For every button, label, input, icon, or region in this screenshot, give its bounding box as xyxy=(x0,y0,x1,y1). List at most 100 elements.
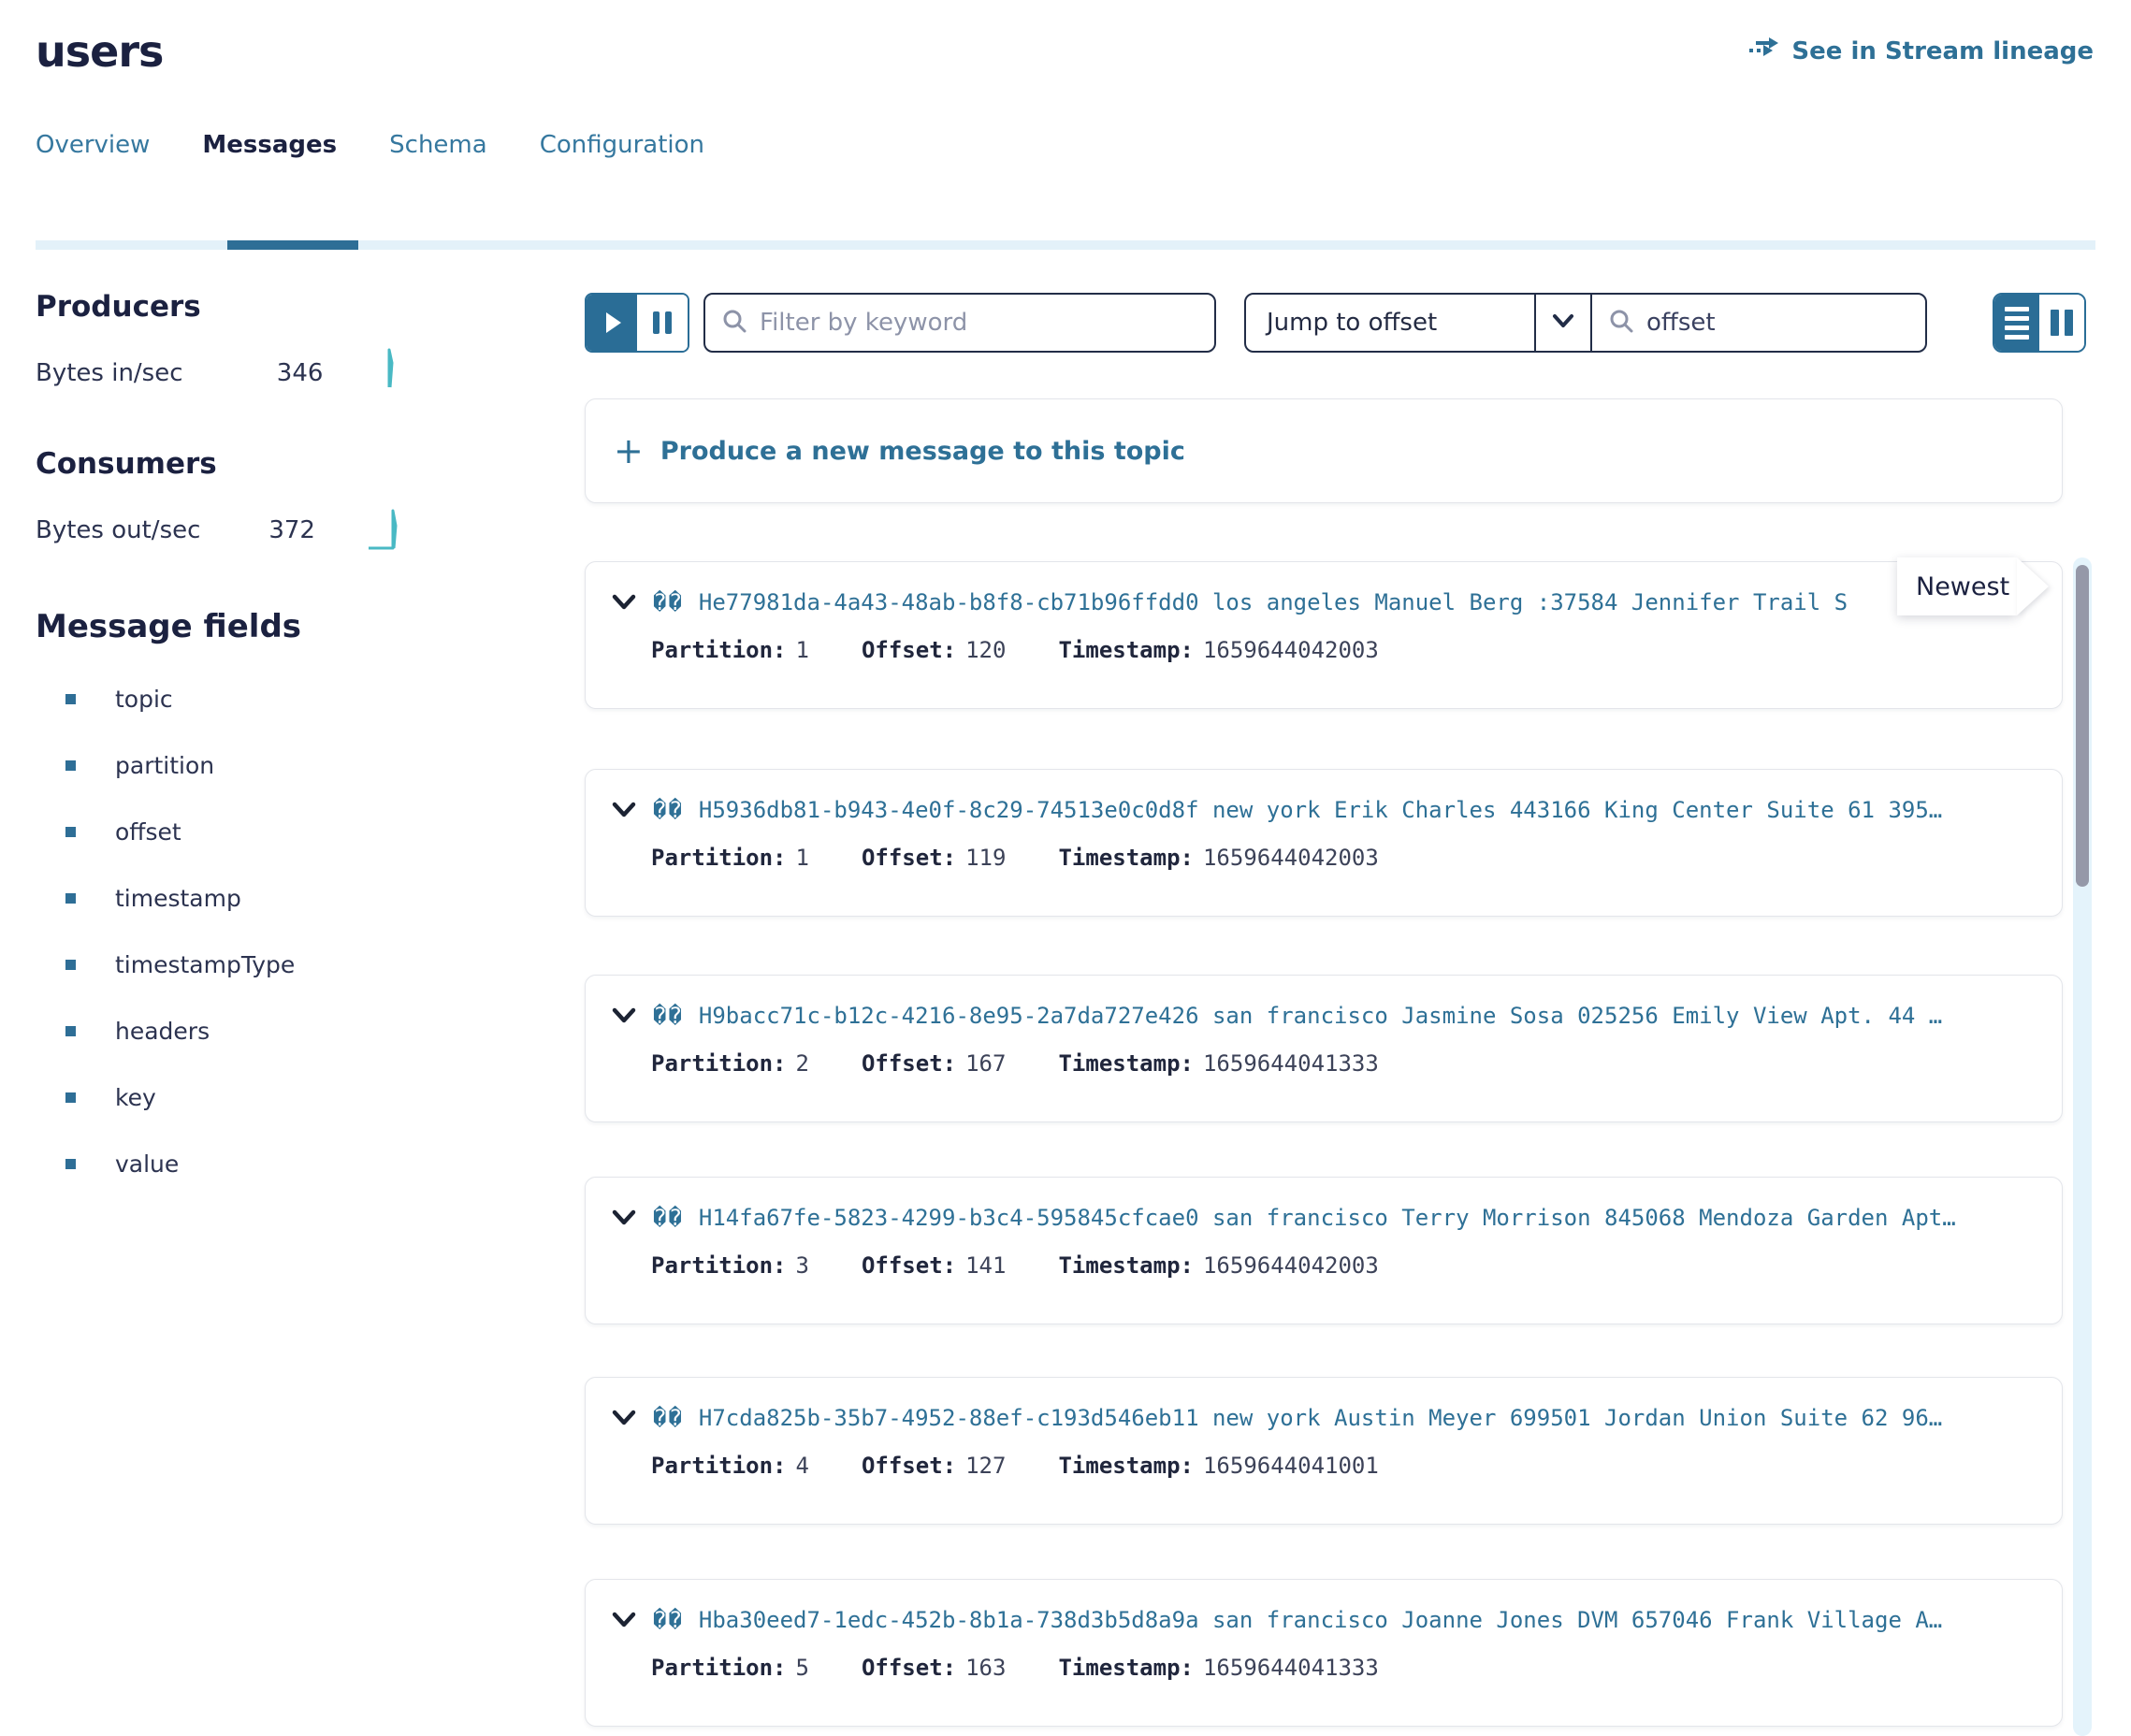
partition-value: 3 xyxy=(796,1252,809,1279)
list-view-button[interactable] xyxy=(1994,295,2039,351)
square-bullet-icon xyxy=(65,1159,76,1169)
partition-label: Partition: xyxy=(651,845,787,871)
field-item-partition[interactable]: partition xyxy=(65,732,295,799)
offset-label: Offset: xyxy=(862,1453,956,1479)
field-item-key[interactable]: key xyxy=(65,1064,295,1131)
message-key-text[interactable]: H9bacc71c-b12c-4216-8e95-2a7da727e426 sa… xyxy=(699,1003,1942,1029)
offset-value: 163 xyxy=(965,1655,1006,1681)
expand-message-button[interactable] xyxy=(610,1404,638,1432)
square-bullet-icon xyxy=(65,694,76,704)
message-meta: Partition:4 Offset:127 Timestamp:1659644… xyxy=(651,1453,1379,1479)
message-card: �� He77981da-4a43-48ab-b8f8-cb71b96ffdd0… xyxy=(585,561,2063,709)
timestamp-value: 1659644041001 xyxy=(1203,1453,1379,1479)
stream-lineage-label: See in Stream lineage xyxy=(1791,37,2094,65)
message-key-text[interactable]: H14fa67fe-5823-4299-b3c4-595845cfcae0 sa… xyxy=(699,1205,1956,1231)
offset-search-input[interactable] xyxy=(1646,309,1908,337)
tab-active-indicator xyxy=(227,240,358,250)
square-bullet-icon xyxy=(65,960,76,970)
square-bullet-icon xyxy=(65,760,76,771)
pause-icon xyxy=(665,311,672,334)
pause-icon xyxy=(653,311,660,334)
timestamp-label: Timestamp: xyxy=(1058,1453,1194,1479)
offset-label: Offset: xyxy=(862,1655,956,1681)
play-button[interactable] xyxy=(587,295,637,351)
offset-value: 120 xyxy=(965,637,1006,663)
jump-to-offset-select[interactable]: Jump to offset xyxy=(1246,295,1534,351)
field-item-topic[interactable]: topic xyxy=(65,666,295,732)
consumers-metric-row: Bytes out/sec 372 xyxy=(36,501,400,558)
timestamp-label: Timestamp: xyxy=(1058,1050,1194,1077)
newest-tooltip: Newest xyxy=(1897,557,2017,615)
expand-message-button[interactable] xyxy=(610,588,638,616)
timestamp-label: Timestamp: xyxy=(1058,1252,1194,1279)
plus-icon: + xyxy=(614,433,644,469)
tab-messages[interactable]: Messages xyxy=(202,131,337,185)
pause-button[interactable] xyxy=(637,295,688,351)
jump-to-offset-group: Jump to offset xyxy=(1244,293,1927,353)
messages-scrollbar-thumb[interactable] xyxy=(2076,565,2089,887)
tab-configuration[interactable]: Configuration xyxy=(540,131,704,185)
bytes-out-sparkline xyxy=(367,501,400,558)
expand-message-button[interactable] xyxy=(610,1002,638,1030)
field-item-value[interactable]: value xyxy=(65,1131,295,1197)
offset-search-field xyxy=(1592,295,1925,351)
message-fields-list: topic partition offset timestamp timesta… xyxy=(65,666,295,1197)
unknown-glyph-icon: �� xyxy=(653,1607,684,1633)
newest-tooltip-label: Newest xyxy=(1916,572,2009,601)
offset-value: 141 xyxy=(965,1252,1006,1279)
square-bullet-icon xyxy=(65,1092,76,1103)
keyword-filter-input[interactable] xyxy=(760,309,1197,337)
tab-schema[interactable]: Schema xyxy=(389,131,487,185)
message-meta: Partition:2 Offset:167 Timestamp:1659644… xyxy=(651,1050,1379,1077)
field-label: timestampType xyxy=(115,951,295,978)
producers-metric-row: Bytes in/sec 346 xyxy=(36,344,400,401)
timestamp-label: Timestamp: xyxy=(1058,637,1194,663)
field-label: headers xyxy=(115,1018,210,1045)
offset-value: 119 xyxy=(965,845,1006,871)
stream-play-pause-toggle xyxy=(585,293,689,353)
bytes-in-value: 346 xyxy=(277,359,378,387)
field-label: topic xyxy=(115,686,173,713)
field-item-timestamp[interactable]: timestamp xyxy=(65,865,295,932)
message-key-text[interactable]: Hba30eed7-1edc-452b-8b1a-738d3b5d8a9a sa… xyxy=(699,1607,1942,1633)
tab-overview[interactable]: Overview xyxy=(36,131,150,185)
search-icon xyxy=(1609,309,1633,337)
tab-bar: Overview Messages Schema Configuration xyxy=(36,131,704,185)
jump-select-chevron[interactable] xyxy=(1534,295,1592,351)
message-card: �� Hba30eed7-1edc-452b-8b1a-738d3b5d8a9a… xyxy=(585,1579,2063,1727)
producers-heading: Producers xyxy=(36,290,201,324)
field-label: offset xyxy=(115,818,181,846)
partition-label: Partition: xyxy=(651,1655,787,1681)
page-title: users xyxy=(36,26,163,77)
message-card: �� H7cda825b-35b7-4952-88ef-c193d546eb11… xyxy=(585,1377,2063,1525)
field-item-offset[interactable]: offset xyxy=(65,799,295,865)
message-key-text[interactable]: H7cda825b-35b7-4952-88ef-c193d546eb11 ne… xyxy=(699,1405,1942,1431)
message-key-text[interactable]: H5936db81-b943-4e0f-8c29-74513e0c0d8f ne… xyxy=(699,797,1942,823)
message-key-text[interactable]: He77981da-4a43-48ab-b8f8-cb71b96ffdd0 lo… xyxy=(699,589,1848,615)
produce-message-label: Produce a new message to this topic xyxy=(660,437,1185,466)
unknown-glyph-icon: �� xyxy=(653,589,684,615)
partition-value: 5 xyxy=(796,1655,809,1681)
unknown-glyph-icon: �� xyxy=(653,1205,684,1231)
view-mode-toggle xyxy=(1993,293,2086,353)
keyword-filter-field xyxy=(703,293,1216,353)
message-meta: Partition:3 Offset:141 Timestamp:1659644… xyxy=(651,1252,1379,1279)
produce-message-button[interactable]: + Produce a new message to this topic xyxy=(585,398,2063,503)
column-view-button[interactable] xyxy=(2039,295,2084,351)
list-view-icon xyxy=(2005,307,2029,311)
expand-message-button[interactable] xyxy=(610,796,638,824)
bytes-out-label: Bytes out/sec xyxy=(36,516,268,544)
message-card: �� H9bacc71c-b12c-4216-8e95-2a7da727e426… xyxy=(585,975,2063,1122)
timestamp-value: 1659644042003 xyxy=(1203,637,1379,663)
expand-message-button[interactable] xyxy=(610,1204,638,1232)
partition-label: Partition: xyxy=(651,1252,787,1279)
partition-value: 4 xyxy=(796,1453,809,1479)
expand-message-button[interactable] xyxy=(610,1606,638,1634)
stream-lineage-link[interactable]: See in Stream lineage xyxy=(1748,36,2094,66)
field-item-timestampType[interactable]: timestampType xyxy=(65,932,295,998)
offset-label: Offset: xyxy=(862,1050,956,1077)
offset-value: 127 xyxy=(965,1453,1006,1479)
bytes-in-label: Bytes in/sec xyxy=(36,359,277,387)
field-item-headers[interactable]: headers xyxy=(65,998,295,1064)
message-fields-heading: Message fields xyxy=(36,608,301,645)
